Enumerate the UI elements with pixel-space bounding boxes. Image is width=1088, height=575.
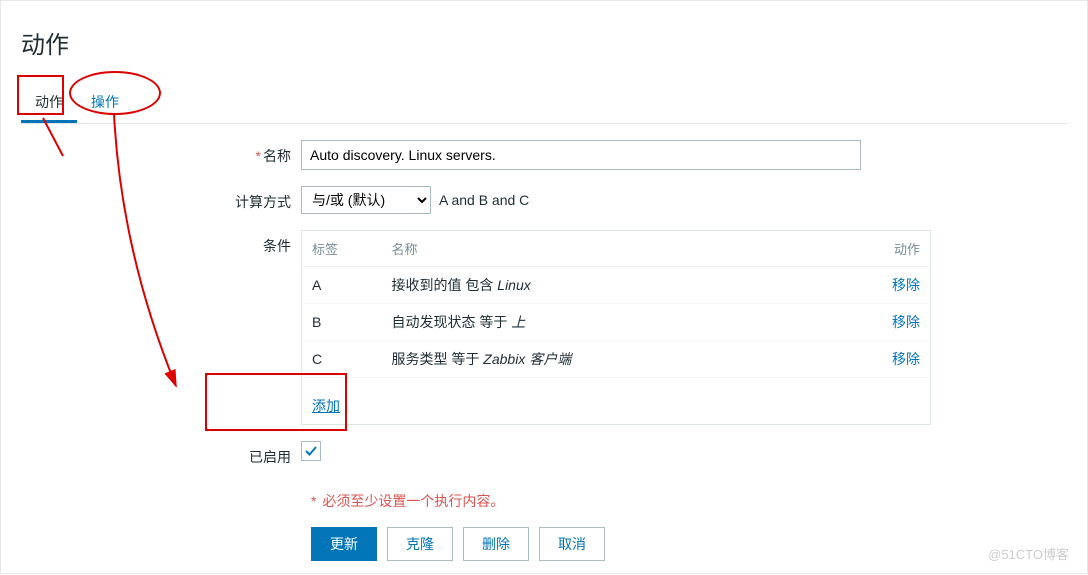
cond-desc: 接收到的值 包含 Linux [382, 267, 861, 304]
delete-button[interactable]: 删除 [463, 527, 529, 561]
conditions-table: 标签 名称 动作 A 接收到的值 包含 Linux 移除 B [301, 230, 931, 425]
table-row: B 自动发现状态 等于 上 移除 [302, 304, 931, 341]
enabled-label: 已启用 [21, 441, 301, 467]
page-title: 动作 [21, 25, 1067, 60]
calc-label: 计算方式 [21, 186, 301, 212]
required-marker: * [256, 148, 261, 164]
required-note: * 必须至少设置一个执行内容。 [311, 491, 1067, 511]
cond-header-action: 动作 [861, 231, 931, 267]
cond-desc: 自动发现状态 等于 上 [382, 304, 861, 341]
remove-link[interactable]: 移除 [892, 351, 920, 367]
table-row: C 服务类型 等于 Zabbix 客户端 移除 [302, 341, 931, 378]
update-button[interactable]: 更新 [311, 527, 377, 561]
calc-type-select[interactable]: 与/或 (默认) [301, 186, 431, 214]
remove-link[interactable]: 移除 [892, 277, 920, 293]
cond-desc: 服务类型 等于 Zabbix 客户端 [382, 341, 861, 378]
cond-tag: B [302, 304, 382, 341]
add-condition-link[interactable]: 添加 [312, 396, 340, 416]
watermark: @51CTO博客 [988, 544, 1069, 563]
remove-link[interactable]: 移除 [892, 314, 920, 330]
cond-header-name: 名称 [382, 231, 861, 267]
table-row: A 接收到的值 包含 Linux 移除 [302, 267, 931, 304]
name-label: *名称 [21, 140, 301, 166]
clone-button[interactable]: 克隆 [387, 527, 453, 561]
tabs: 动作 操作 [21, 84, 1067, 124]
cond-tag: A [302, 267, 382, 304]
cond-tag: C [302, 341, 382, 378]
tab-action[interactable]: 动作 [21, 84, 77, 123]
tab-operation[interactable]: 操作 [77, 84, 133, 123]
cond-label: 条件 [21, 230, 301, 256]
calc-expression: A and B and C [431, 192, 529, 208]
enabled-checkbox[interactable] [301, 441, 321, 461]
check-icon [304, 444, 318, 458]
cancel-button[interactable]: 取消 [539, 527, 605, 561]
cond-header-label: 标签 [302, 231, 382, 267]
name-input[interactable] [301, 140, 861, 170]
